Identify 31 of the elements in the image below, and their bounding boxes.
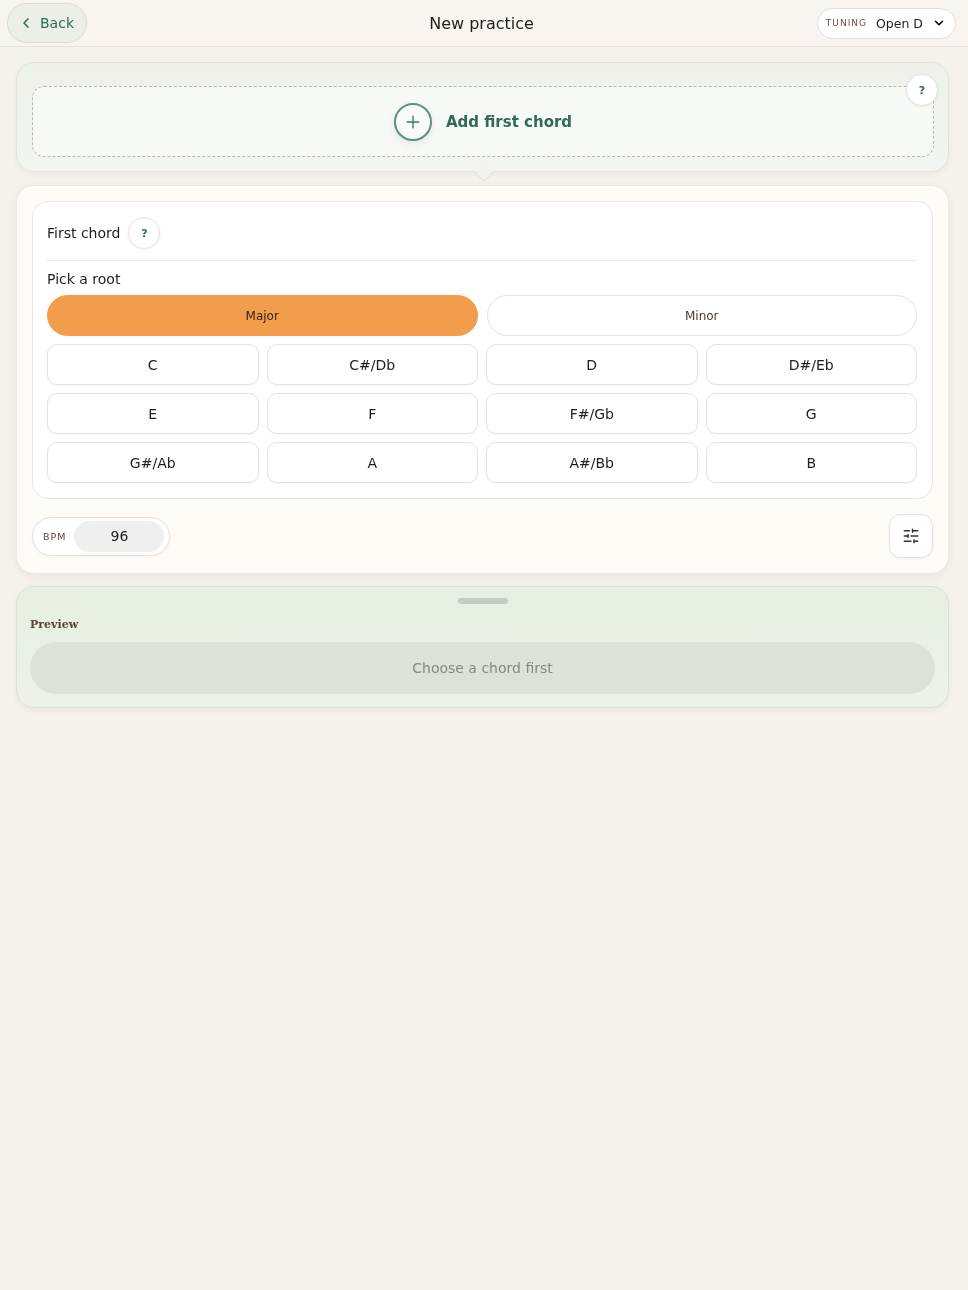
drag-handle[interactable]: [457, 598, 508, 604]
tuning-label: TUNING: [825, 18, 867, 28]
root-note-button[interactable]: F: [266, 393, 478, 434]
tuning-dropdown[interactable]: TUNING Open D: [816, 7, 956, 39]
mode-toggle[interactable]: Minor: [486, 295, 917, 336]
root-note-button[interactable]: G#/Ab: [47, 442, 259, 483]
sliders-icon: [902, 527, 920, 545]
tuning-value: Open D: [876, 15, 923, 31]
root-note-button[interactable]: F#/Gb: [486, 393, 698, 434]
root-note-button[interactable]: G: [705, 393, 917, 434]
add-chord-button[interactable]: Add first chord: [393, 102, 573, 141]
root-note-button[interactable]: E: [47, 393, 259, 434]
mode-toggle[interactable]: Major: [47, 295, 478, 336]
root-note-button[interactable]: B: [705, 442, 917, 483]
root-note-button[interactable]: A: [266, 442, 478, 483]
help-button[interactable]: ?: [128, 217, 161, 249]
bpm-input[interactable]: 96: [74, 520, 165, 552]
page-title: New practice: [429, 13, 534, 33]
root-note-button[interactable]: C#/Db: [266, 344, 478, 385]
back-button[interactable]: Back: [7, 3, 87, 43]
root-note-button[interactable]: C: [47, 344, 259, 385]
settings-button[interactable]: [889, 514, 933, 558]
preview-title: Preview: [30, 618, 80, 631]
chord-card-title: First chord: [47, 225, 121, 241]
root-note-button[interactable]: D: [486, 344, 698, 385]
plus-icon: [393, 102, 432, 141]
root-note-button[interactable]: D#/Eb: [705, 344, 917, 385]
bpm-label: BPM: [43, 530, 67, 542]
root-note-button[interactable]: A#/Bb: [486, 442, 698, 483]
help-button[interactable]: ?: [906, 74, 938, 106]
section-label: Pick a root: [47, 270, 122, 288]
